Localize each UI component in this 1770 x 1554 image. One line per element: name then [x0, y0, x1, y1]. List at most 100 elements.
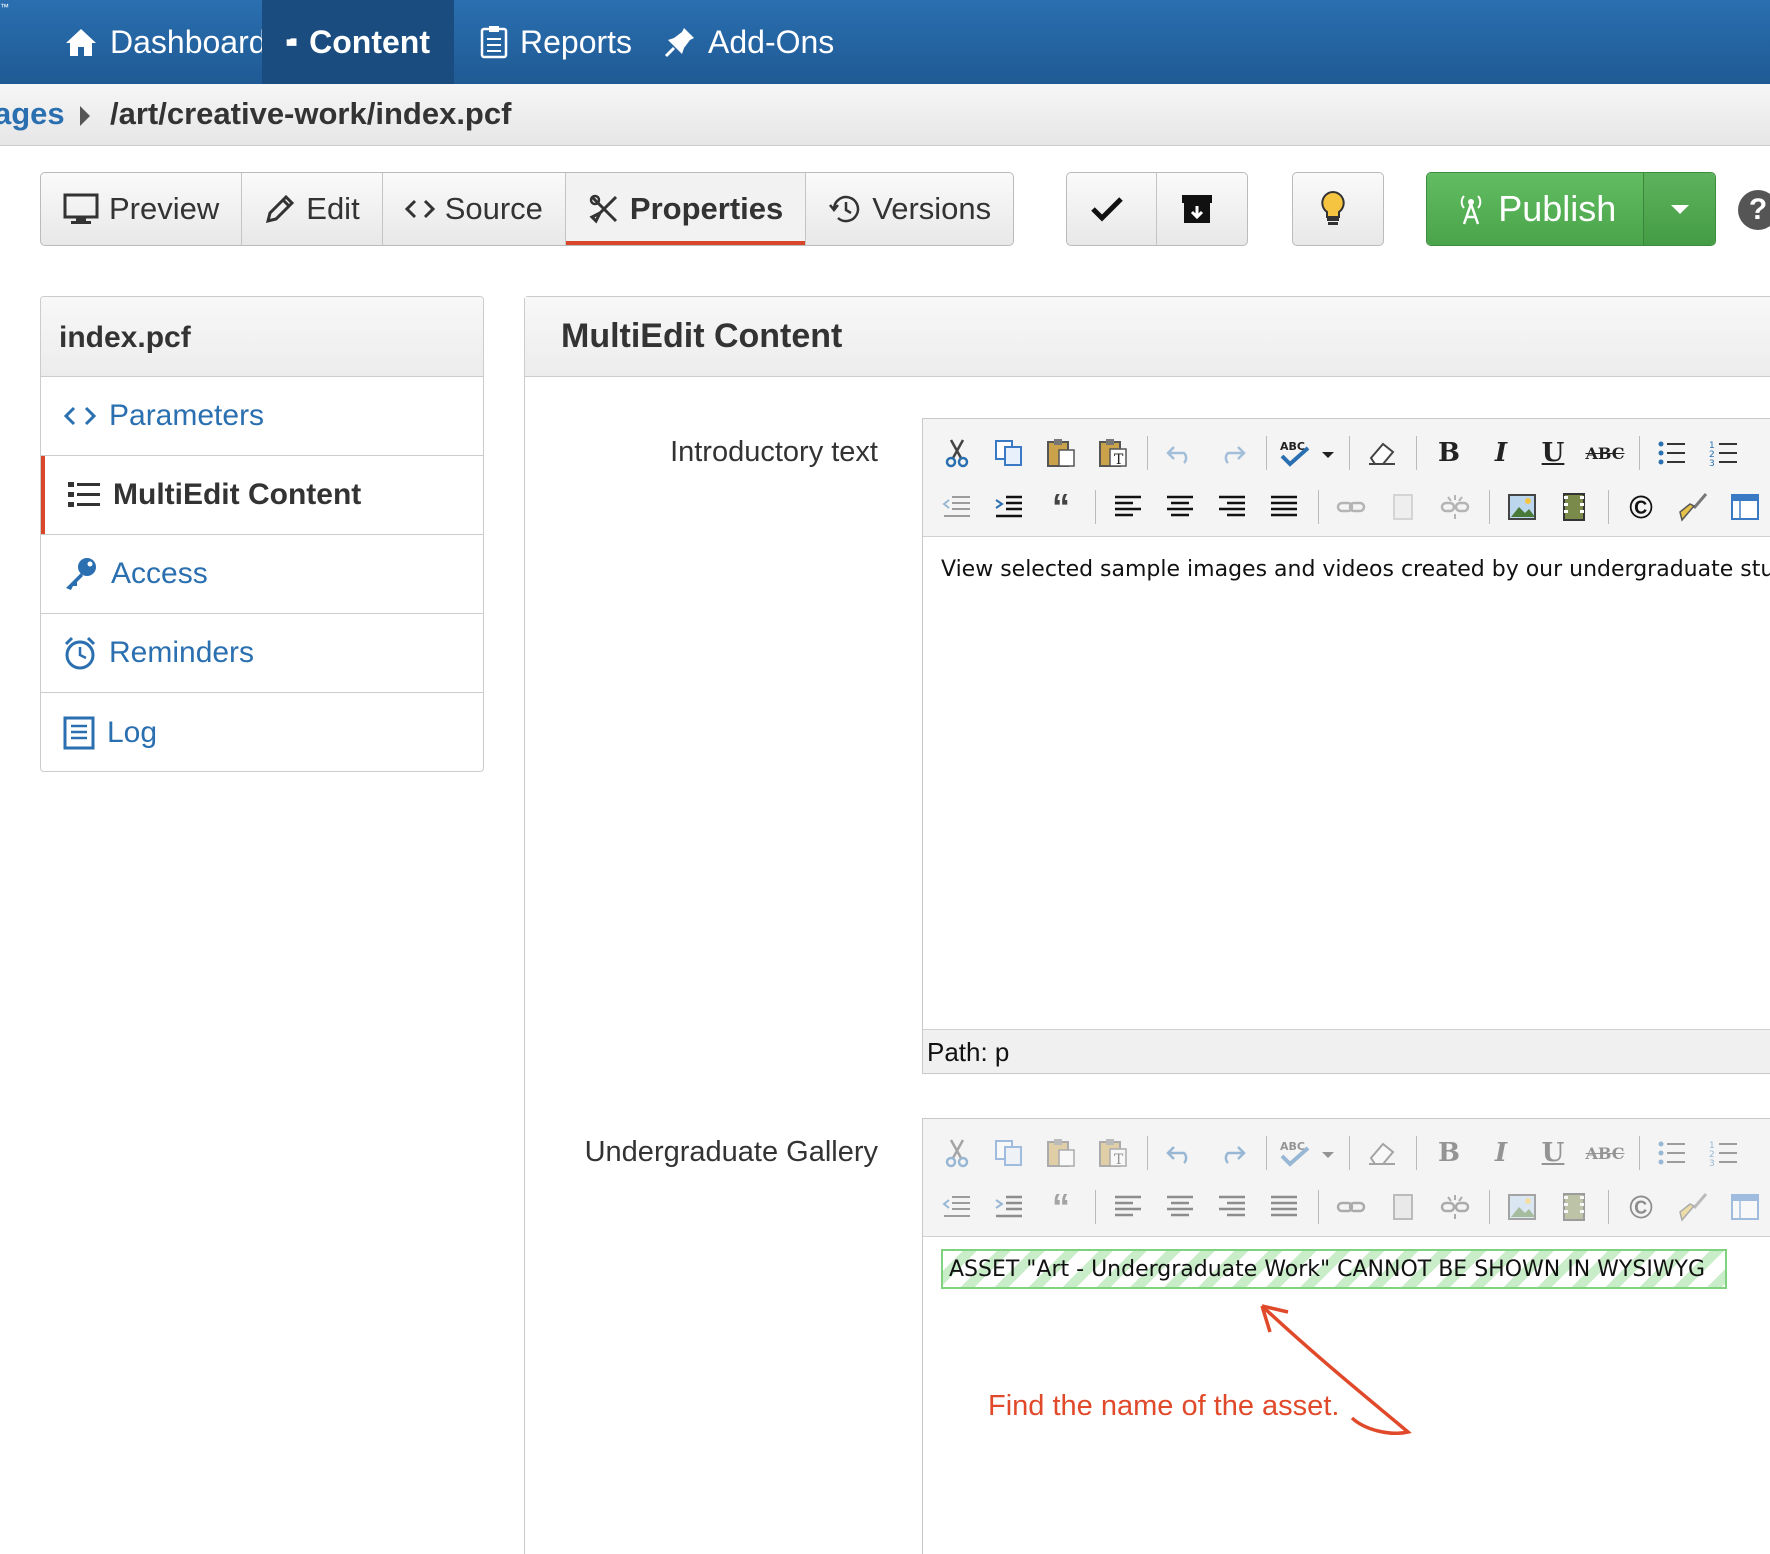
anchor-icon[interactable]	[1381, 487, 1425, 527]
paste-text-icon[interactable]: T	[1091, 1133, 1135, 1173]
pushpin-icon	[664, 28, 694, 58]
sidebar-item-access[interactable]: Access	[41, 535, 483, 614]
help-icon[interactable]: ?	[1738, 190, 1770, 230]
editor-content-area[interactable]: View selected sample images and videos c…	[923, 537, 1770, 1029]
numbered-list-icon[interactable]: 123	[1702, 1133, 1746, 1173]
svg-text:ABC: ABC	[1280, 440, 1305, 453]
eraser-icon[interactable]	[1360, 433, 1404, 473]
cut-icon[interactable]	[935, 1133, 979, 1173]
sidebar-item-parameters[interactable]: Parameters	[41, 377, 483, 456]
tips-button[interactable]	[1293, 173, 1383, 245]
redo-icon[interactable]	[1210, 1133, 1254, 1173]
preview-button[interactable]: Preview	[41, 173, 243, 245]
unlink-icon[interactable]	[1433, 1187, 1477, 1227]
underline-icon[interactable]: U	[1531, 433, 1575, 473]
align-right-icon[interactable]	[1210, 1187, 1254, 1227]
introductory-text-editor: T ABC B I U ABC 123 “ © View selected sa…	[922, 418, 1770, 1074]
copy-icon[interactable]	[987, 1133, 1031, 1173]
trademark-mark: ™	[0, 2, 9, 12]
checkmark-icon	[1090, 197, 1123, 222]
bold-icon[interactable]: B	[1427, 433, 1471, 473]
nav-add-ons[interactable]: Add-Ons	[640, 0, 858, 84]
indent-icon[interactable]	[987, 1187, 1031, 1227]
sidebar-item-reminders[interactable]: Reminders	[41, 614, 483, 693]
numbered-list-icon[interactable]: 123	[1702, 433, 1746, 473]
nav-reports[interactable]: Reports	[456, 0, 656, 84]
insert-table-icon[interactable]	[1723, 1187, 1767, 1227]
insert-table-icon[interactable]	[1723, 487, 1767, 527]
spellcheck-icon[interactable]: ABC	[1277, 433, 1337, 473]
sidebar-title: index.pcf	[41, 297, 483, 377]
justify-icon[interactable]	[1262, 1187, 1306, 1227]
strikethrough-icon[interactable]: ABC	[1583, 1133, 1627, 1173]
svg-text:T: T	[1114, 452, 1124, 468]
list-icon	[68, 482, 100, 507]
insert-image-icon[interactable]	[1500, 487, 1544, 527]
align-center-icon[interactable]	[1158, 1187, 1202, 1227]
blockquote-icon[interactable]: “	[1039, 486, 1083, 527]
svg-text:ABC: ABC	[1280, 1140, 1305, 1153]
outdent-icon[interactable]	[935, 1187, 979, 1227]
folder-icon	[286, 38, 297, 46]
unlink-icon[interactable]	[1433, 487, 1477, 527]
copyright-icon[interactable]: ©	[1619, 1187, 1663, 1227]
publish-options-dropdown[interactable]	[1643, 173, 1715, 245]
eraser-icon[interactable]	[1360, 1133, 1404, 1173]
toolbar-separator	[1416, 1136, 1417, 1170]
italic-icon[interactable]: I	[1479, 1133, 1523, 1173]
align-right-icon[interactable]	[1210, 487, 1254, 527]
redo-icon[interactable]	[1210, 433, 1254, 473]
nav-add-ons-label: Add-Ons	[708, 23, 835, 60]
paste-icon[interactable]	[1039, 433, 1083, 473]
cleanup-brush-icon[interactable]	[1671, 1187, 1715, 1227]
log-icon	[63, 716, 95, 749]
save-button[interactable]	[1157, 173, 1247, 245]
italic-icon[interactable]: I	[1479, 433, 1523, 473]
link-icon[interactable]	[1329, 487, 1373, 527]
properties-button[interactable]: Properties	[565, 173, 807, 245]
paste-icon[interactable]	[1039, 1133, 1083, 1173]
insert-media-icon[interactable]	[1552, 1187, 1596, 1227]
link-icon[interactable]	[1329, 1187, 1373, 1227]
undo-icon[interactable]	[1158, 433, 1202, 473]
nav-content[interactable]: Content	[262, 0, 454, 84]
copy-icon[interactable]	[987, 433, 1031, 473]
archive-download-icon	[1182, 195, 1212, 223]
breadcrumb-link[interactable]: ages	[0, 96, 65, 132]
cut-icon[interactable]	[935, 433, 979, 473]
outdent-icon[interactable]	[935, 487, 979, 527]
edit-button[interactable]: Edit	[242, 173, 383, 245]
paste-text-icon[interactable]: T	[1091, 433, 1135, 473]
underline-icon[interactable]: U	[1531, 1133, 1575, 1173]
strikethrough-icon[interactable]: ABC	[1583, 433, 1627, 473]
toolbar-separator	[1489, 490, 1490, 524]
spellcheck-icon[interactable]: ABC	[1277, 1133, 1337, 1173]
toolbar-separator	[1147, 436, 1148, 470]
indent-icon[interactable]	[987, 487, 1031, 527]
justify-icon[interactable]	[1262, 487, 1306, 527]
source-button[interactable]: Source	[383, 173, 566, 245]
sidebar-item-label: Parameters	[109, 399, 265, 432]
insert-media-icon[interactable]	[1552, 487, 1596, 527]
align-center-icon[interactable]	[1158, 487, 1202, 527]
align-left-icon[interactable]	[1106, 1187, 1150, 1227]
bulleted-list-icon[interactable]	[1650, 1133, 1694, 1173]
sidebar-item-log[interactable]: Log	[41, 693, 483, 771]
align-left-icon[interactable]	[1106, 487, 1150, 527]
bulleted-list-icon[interactable]	[1650, 433, 1694, 473]
publish-button[interactable]: Publish	[1427, 173, 1644, 245]
cleanup-brush-icon[interactable]	[1671, 487, 1715, 527]
undo-icon[interactable]	[1158, 1133, 1202, 1173]
bold-icon[interactable]: B	[1427, 1133, 1471, 1173]
nav-dashboard[interactable]: Dashboard	[40, 0, 291, 84]
history-icon	[829, 195, 860, 223]
blockquote-icon[interactable]: “	[1039, 1186, 1083, 1227]
toolbar-separator	[1318, 1190, 1319, 1224]
insert-image-icon[interactable]	[1500, 1187, 1544, 1227]
sidebar-item-multiedit-content[interactable]: MultiEdit Content	[41, 456, 483, 535]
copyright-icon[interactable]: ©	[1619, 487, 1663, 527]
anchor-icon[interactable]	[1381, 1187, 1425, 1227]
check-in-button[interactable]	[1067, 173, 1157, 245]
versions-button[interactable]: Versions	[806, 173, 1013, 245]
asset-placeholder[interactable]: ASSET "Art - Undergraduate Work" CANNOT …	[941, 1249, 1727, 1289]
